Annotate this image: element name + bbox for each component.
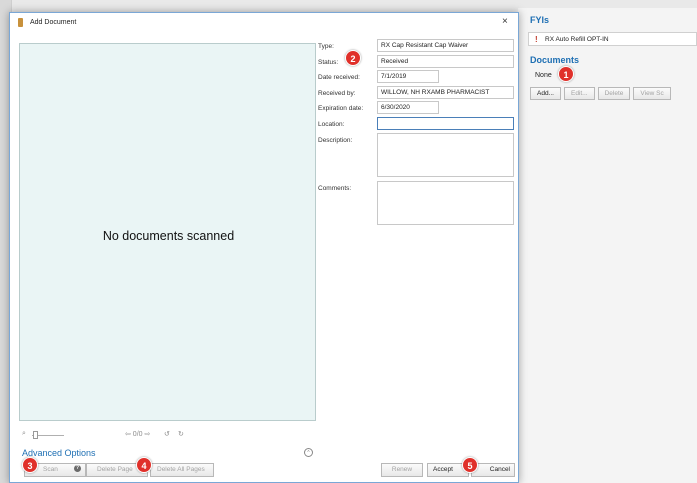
dialog-titlebar[interactable]: Add Document × bbox=[10, 13, 518, 33]
zoom-slider-thumb[interactable] bbox=[33, 431, 38, 439]
fyi-item-label: RX Auto Refill OPT-IN bbox=[545, 36, 609, 43]
location-label: Location: bbox=[318, 121, 345, 128]
fyi-header: FYIs bbox=[530, 15, 550, 25]
description-label: Description: bbox=[318, 137, 353, 144]
advanced-options-link[interactable]: Advanced Options bbox=[22, 448, 96, 458]
documents-none-text: None bbox=[535, 72, 552, 79]
view-scan-button[interactable]: View Sc bbox=[633, 87, 671, 100]
location-field[interactable] bbox=[377, 117, 514, 130]
delete-document-button[interactable]: Delete bbox=[597, 87, 631, 100]
add-document-button[interactable]: Add... bbox=[530, 87, 561, 100]
callout-badge-3: 3 bbox=[22, 457, 38, 473]
edit-document-button[interactable]: Edit... bbox=[563, 87, 595, 100]
documents-header: Documents bbox=[530, 55, 580, 65]
callout-badge-1: 1 bbox=[558, 66, 574, 82]
callout-badge-4: 4 bbox=[136, 457, 152, 473]
callout-badge-5: 5 bbox=[462, 457, 478, 473]
comments-label: Comments: bbox=[318, 185, 352, 192]
type-field[interactable]: RX Cap Resistant Cap Waiver bbox=[377, 39, 514, 52]
background-right-panel bbox=[518, 8, 697, 483]
status-field[interactable]: Received bbox=[377, 55, 514, 68]
page-navigation[interactable]: ⇦ 0/0 ⇨ bbox=[125, 430, 150, 438]
description-field[interactable] bbox=[377, 133, 514, 177]
scan-preview-area: No documents scanned bbox=[19, 43, 316, 421]
status-label: Status: bbox=[318, 59, 339, 66]
documents-button-row: Add... Edit... Delete View Sc bbox=[530, 87, 671, 100]
dialog-button-bar: Scan ? Delete Page Delete All Pages Rene… bbox=[10, 462, 518, 482]
type-label: Type: bbox=[318, 43, 334, 50]
received-by-field[interactable]: WILLOW, NH RXAMB PHARMACIST bbox=[377, 86, 514, 99]
expiration-date-field[interactable]: 6/30/2020 bbox=[377, 101, 439, 114]
date-received-field[interactable]: 7/1/2019 bbox=[377, 70, 439, 83]
collapse-toggle-icon[interactable]: ⌃ bbox=[304, 448, 313, 457]
no-documents-message: No documents scanned bbox=[102, 229, 235, 243]
renew-button[interactable]: Renew bbox=[381, 463, 423, 477]
flag-icon: ! bbox=[535, 35, 538, 44]
rotate-right-icon[interactable]: ↻ bbox=[178, 430, 184, 438]
comments-field[interactable] bbox=[377, 181, 514, 225]
delete-all-pages-button[interactable]: Delete All Pages bbox=[150, 463, 214, 477]
close-icon[interactable]: × bbox=[502, 16, 508, 27]
rotate-left-icon[interactable]: ↺ bbox=[164, 430, 170, 438]
dialog-title: Add Document bbox=[30, 19, 77, 26]
add-document-dialog: Add Document × No documents scanned ⌕ ⇦ … bbox=[9, 12, 519, 483]
fyi-item[interactable]: ! RX Auto Refill OPT-IN bbox=[528, 32, 697, 46]
callout-badge-2: 2 bbox=[345, 50, 361, 66]
view-controls: ⌕ ⇦ 0/0 ⇨ ↺ ↻ bbox=[22, 430, 322, 442]
zoom-icon: ⌕ bbox=[22, 430, 26, 437]
received-by-label: Received by: bbox=[318, 90, 356, 97]
expiration-date-label: Expiration date: bbox=[318, 105, 364, 112]
document-icon bbox=[18, 18, 23, 27]
date-received-label: Date received: bbox=[318, 74, 360, 81]
help-icon[interactable]: ? bbox=[74, 465, 81, 472]
